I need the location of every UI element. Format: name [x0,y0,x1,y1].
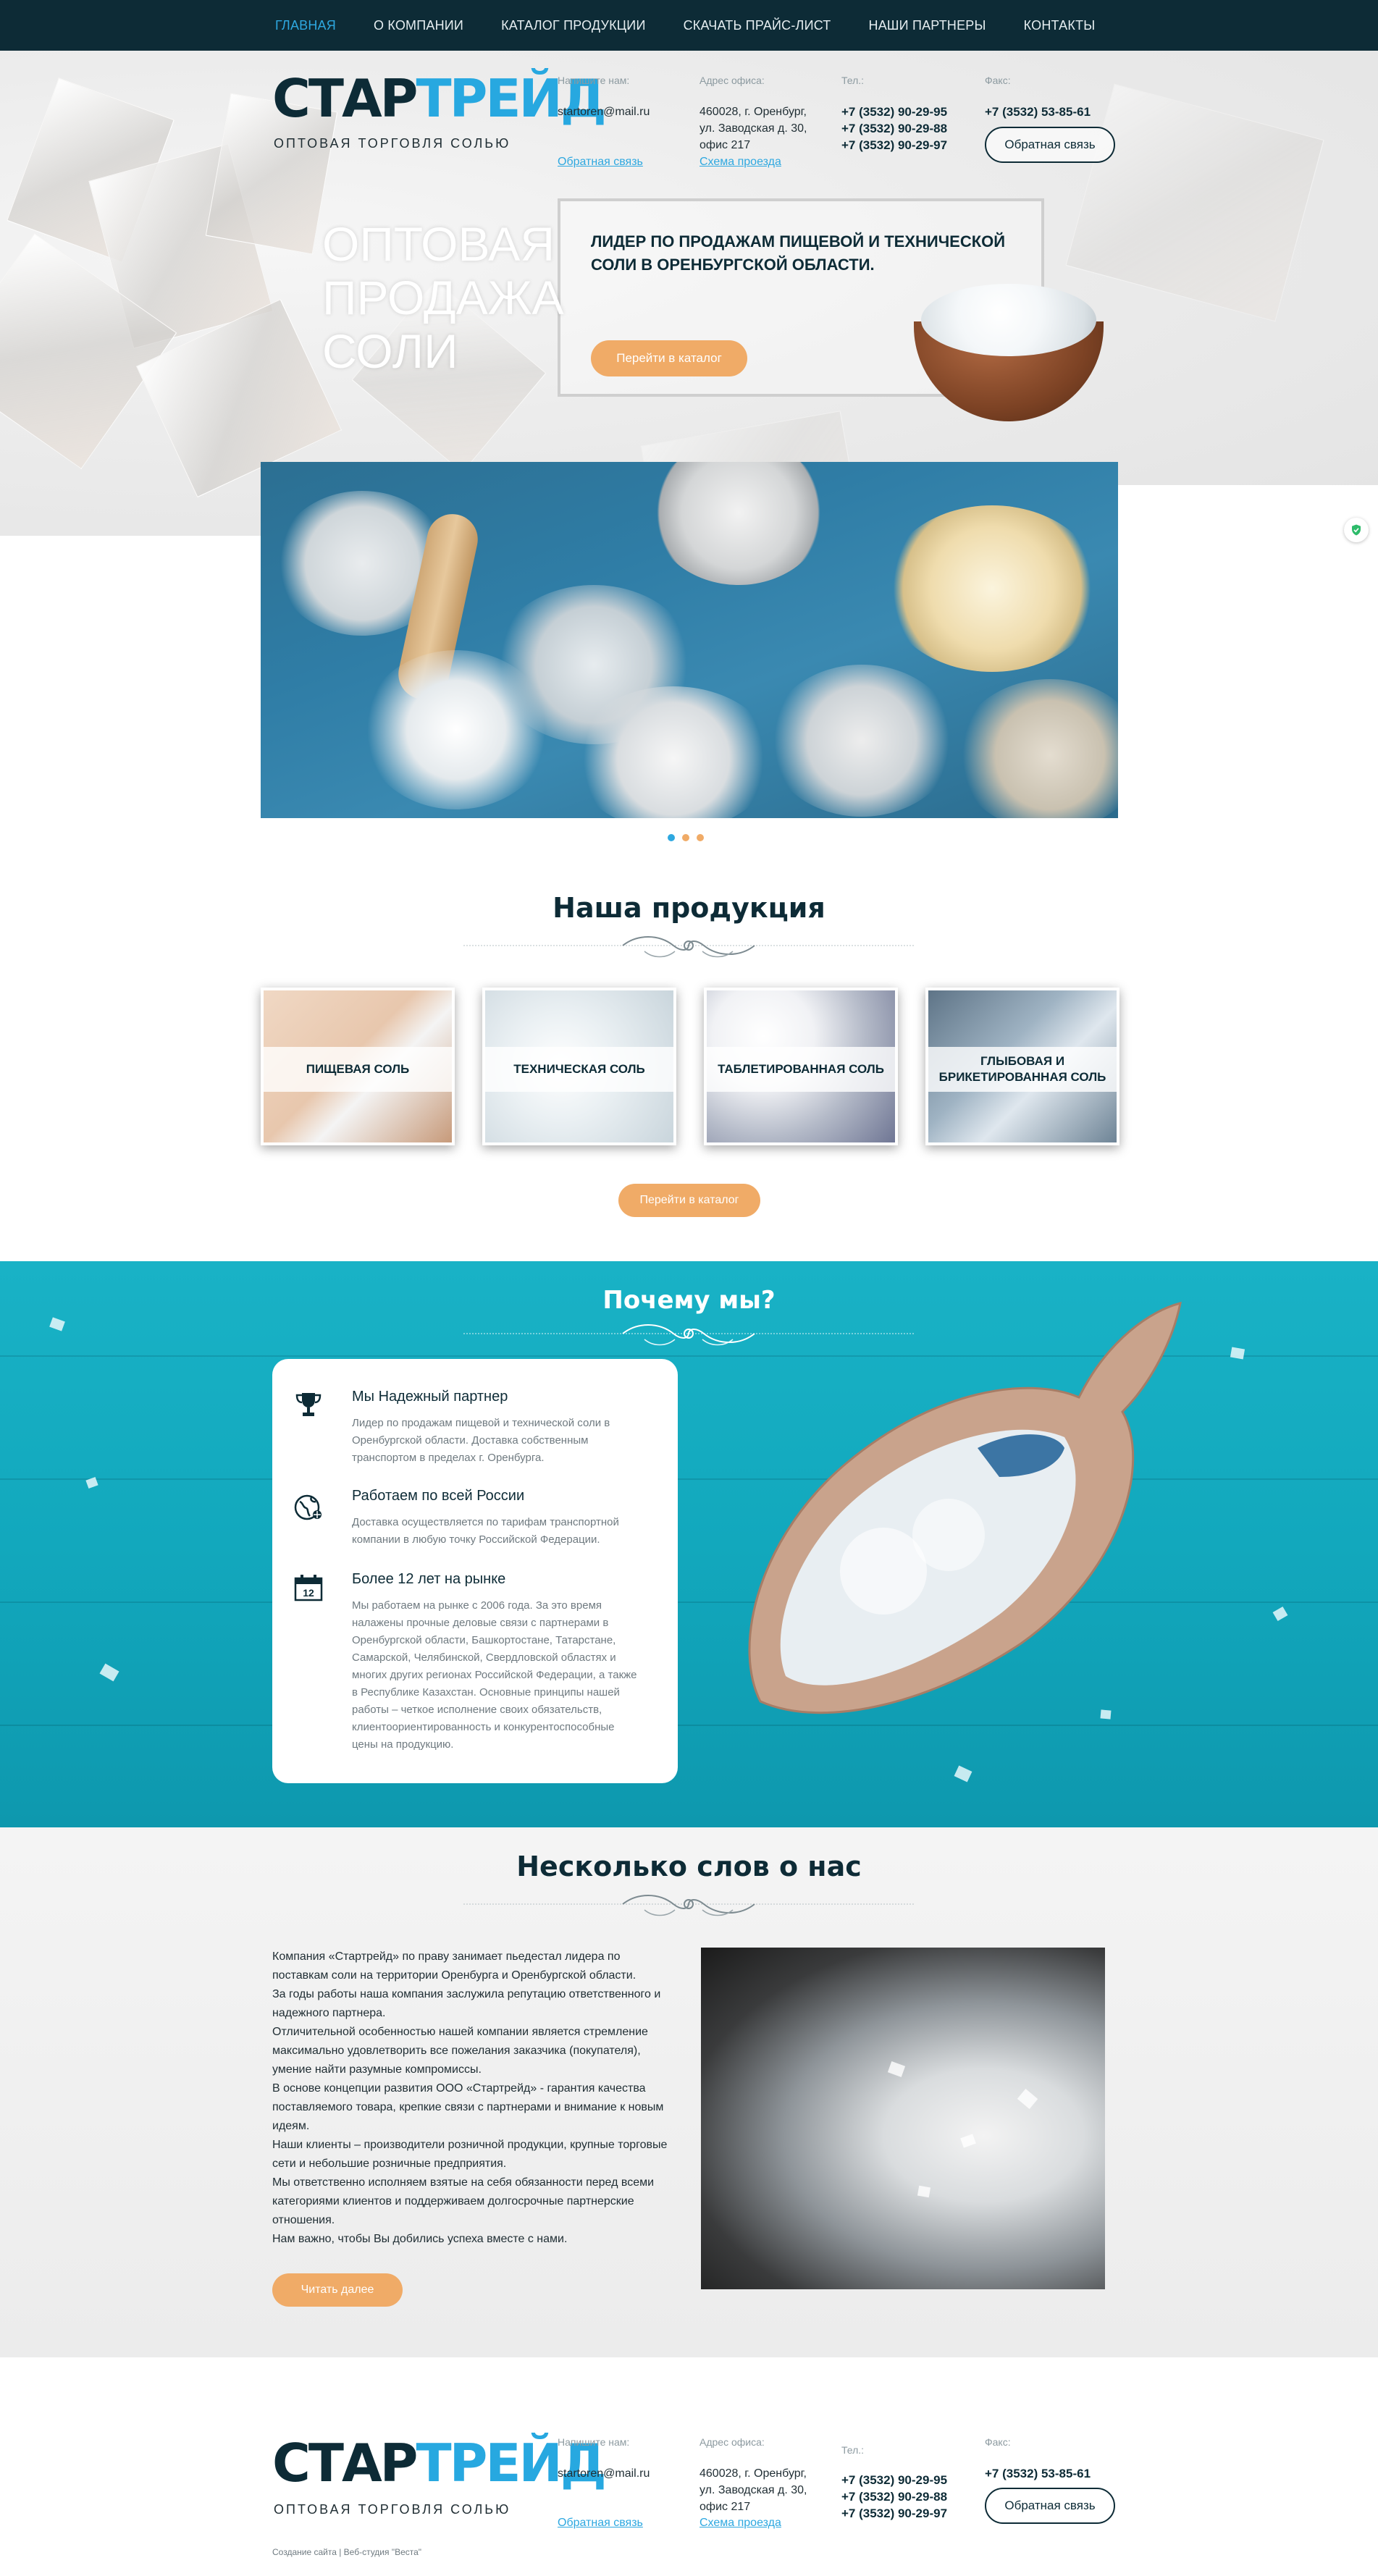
email-label: Напишите нам: [558,75,630,86]
footer-phone-label: Тел.: [841,2444,865,2456]
fax-number: +7 (3532) 53-85-61 [985,105,1091,119]
footer-fax-label: Факс: [985,2436,1011,2448]
slider-dot[interactable] [682,834,689,841]
ornament-divider [463,1324,915,1346]
why-item-title: Работаем по всей России [352,1488,525,1504]
phone-3[interactable]: +7 (3532) 90-29-97 [841,137,947,153]
why-item-title: Мы Надежный партнер [352,1389,508,1405]
nav-item-contacts[interactable]: КОНТАКТЫ [1024,18,1096,33]
nav-item-about[interactable]: О КОМПАНИИ [374,18,463,33]
salt-pile-decoration [572,686,775,818]
about-text: Компания «Стартрейд» по праву занимает п… [272,1948,671,2249]
footer-phone-3[interactable]: +7 (3532) 90-29-97 [841,2505,947,2522]
read-more-button[interactable]: Читать далее [272,2273,403,2307]
footer-email-link[interactable]: startoren@mail.ru [558,2465,650,2482]
svg-text:12: 12 [303,1587,314,1599]
about-paragraph: Нам важно, чтобы Вы добились успеха вмес… [272,2233,568,2245]
product-card-label: ТАБЛЕТИРОВАННАЯ СОЛЬ [707,1047,895,1092]
callback-button[interactable]: Обратная связь [985,127,1115,163]
address-line-2: ул. Заводская д. 30, [699,122,807,135]
footer-logo[interactable]: СТАРТРЕЙД [272,2437,607,2489]
hero-catalog-button[interactable]: Перейти в каталог [591,340,747,376]
nav-item-price-list[interactable]: СКАЧАТЬ ПРАЙС-ЛИСТ [684,18,831,33]
footer-phone-2[interactable]: +7 (3532) 90-29-88 [841,2488,947,2505]
email-link[interactable]: startoren@mail.ru [558,104,650,120]
feedback-link[interactable]: Обратная связь [558,156,643,169]
copyright[interactable]: Создание сайта | Веб-студия "Веста" [272,2547,421,2557]
footer-feedback-link[interactable]: Обратная связь [558,2517,643,2530]
footer-email-label: Напишите нам: [558,2436,630,2448]
product-card-food-salt[interactable]: ПИЩЕВАЯ СОЛЬ [261,988,455,1145]
product-card-label: ПИЩЕВАЯ СОЛЬ [264,1047,452,1092]
salt-pile-decoration [768,665,956,817]
hero-title: ОПТОВАЯ ПРОДАЖА СОЛИ [322,217,564,378]
hero-slider[interactable] [261,462,1118,818]
mortar-decoration [652,462,825,585]
globe-icon [294,1494,322,1520]
product-card-label: ГЛЫБОВАЯ И БРИКЕТИРОВАННАЯ СОЛЬ [928,1047,1117,1092]
slider-dot[interactable] [668,834,675,841]
tagline: ОПТОВАЯ ТОРГОВЛЯ СОЛЬЮ [274,136,511,151]
map-link[interactable]: Схема проезда [699,156,781,169]
fish-spoon-image [748,1301,1182,1714]
footer-address-line-2: ул. Заводская д. 30, [699,2484,807,2496]
product-card-tablet-salt[interactable]: ТАБЛЕТИРОВАННАЯ СОЛЬ [704,988,898,1145]
about-paragraph: Отличительной особенностью нашей компани… [272,2026,648,2076]
products-catalog-button[interactable]: Перейти в каталог [618,1184,760,1217]
about-paragraph: В основе концепции развития ООО «Стартре… [272,2082,664,2132]
about-salt-image [701,1948,1105,2289]
phone-1[interactable]: +7 (3532) 90-29-95 [841,104,947,120]
slider-dot[interactable] [697,834,704,841]
trophy-icon [295,1393,322,1416]
shield-icon[interactable] [1344,518,1369,542]
about-paragraph: Компания «Стартрейд» по праву занимает п… [272,1950,637,1982]
why-item-text: Лидер по продажам пищевой и технической … [352,1417,610,1464]
footer-phone-1[interactable]: +7 (3532) 90-29-95 [841,2472,947,2488]
address-line-3: офис 217 [699,139,751,151]
why-item-text: Мы работаем на рынке с 2006 года. За это… [352,1599,637,1751]
why-title: Почему мы? [602,1286,776,1315]
footer-tagline: ОПТОВАЯ ТОРГОВЛЯ СОЛЬЮ [274,2502,511,2517]
nav-item-home[interactable]: ГЛАВНАЯ [275,18,336,33]
hero-bottom-white-area [1115,485,1378,789]
calendar-icon: 12 [294,1575,323,1601]
ornament-divider [463,1895,915,1916]
about-paragraph: Наши клиенты – производители розничной п… [272,2139,668,2170]
phone-2[interactable]: +7 (3532) 90-29-88 [841,120,947,137]
logo[interactable]: СТАРТРЕЙД [272,72,607,125]
footer-address-line-3: офис 217 [699,2501,751,2513]
salt-bowl-image [914,284,1104,421]
why-item-text: Доставка осуществляется по тарифам транс… [352,1516,619,1546]
footer-fax-number: +7 (3532) 53-85-61 [985,2467,1091,2480]
hero-subtitle: ЛИДЕР ПО ПРОДАЖАМ ПИЩЕВОЙ И ТЕХНИЧЕСКОЙ … [591,232,1006,274]
salt-crystal-decoration [1065,83,1324,322]
why-item-title: Более 12 лет на рынке [352,1571,506,1587]
about-paragraph: За годы работы наша компания заслужила р… [272,1988,661,2019]
nav-item-catalog[interactable]: КАТАЛОГ ПРОДУКЦИИ [501,18,646,33]
about-paragraph: Мы ответственно исполняем взятые на себя… [272,2176,655,2226]
footer-callback-button[interactable]: Обратная связь [985,2488,1115,2524]
address-line-1: 460028, г. Оренбург, [699,106,807,118]
about-title: Несколько слов о нас [516,1851,862,1882]
product-card-technical-salt[interactable]: ТЕХНИЧЕСКАЯ СОЛЬ [482,988,676,1145]
footer-address-line-1: 460028, г. Оренбург, [699,2467,807,2480]
rock-salt-decoration [883,505,1101,672]
fax-label: Факс: [985,75,1011,86]
product-card-label: ТЕХНИЧЕСКАЯ СОЛЬ [485,1047,673,1092]
salt-pile-decoration [956,679,1118,818]
address-label: Адрес офиса: [699,75,765,86]
slider-dots [668,834,704,841]
phone-label: Тел.: [841,75,865,86]
footer-address-label: Адрес офиса: [699,2436,765,2448]
footer-map-link[interactable]: Схема проезда [699,2517,781,2530]
top-navigation: ГЛАВНАЯ О КОМПАНИИ КАТАЛОГ ПРОДУКЦИИ СКА… [0,0,1378,51]
nav-item-partners[interactable]: НАШИ ПАРТНЕРЫ [869,18,986,33]
product-card-block-salt[interactable]: ГЛЫБОВАЯ И БРИКЕТИРОВАННАЯ СОЛЬ [925,988,1119,1145]
ornament-divider [463,936,915,958]
products-title: Наша продукция [553,892,825,924]
